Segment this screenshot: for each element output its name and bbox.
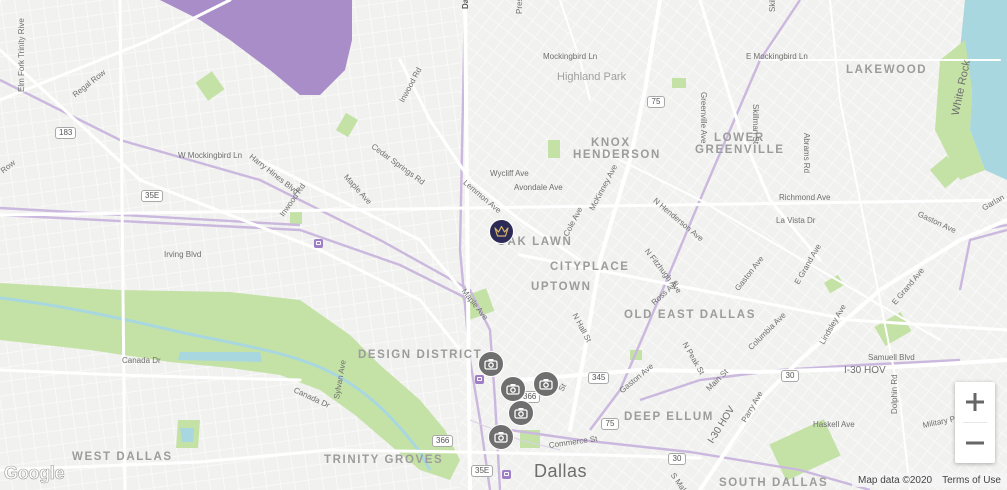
street-abrams-rd: Abrams Rd (802, 133, 811, 174)
neighborhood-henderson: HENDERSON (573, 149, 661, 161)
neighborhood-knox: KNOX (591, 137, 631, 149)
shield-35e-north: 35E (141, 190, 164, 202)
street-skillman-top: Skillm (768, 0, 777, 12)
neighborhood-cityplace: CITYPLACE (550, 261, 630, 273)
shield-183: 183 (55, 127, 77, 139)
camera-icon (494, 432, 508, 443)
camera-icon (484, 359, 498, 370)
street-skillman-st: Skillman St (751, 104, 760, 145)
street-w-mockingbird: W Mockingbird Ln (178, 151, 243, 160)
shield-345: 345 (588, 372, 610, 384)
street-richmond-ave: Richmond Ave (779, 193, 831, 202)
photo-marker[interactable] (508, 400, 534, 426)
photo-marker[interactable] (488, 424, 514, 450)
camera-icon (514, 408, 528, 419)
photo-marker[interactable] (500, 376, 526, 402)
shield-30-b: 30 (668, 453, 686, 465)
street-la-vista: La Vista Dr (776, 216, 816, 225)
map-canvas[interactable]: LAKEWOOD KNOX HENDERSON LOWER GREENVILLE… (0, 0, 1007, 490)
shield-366-b: 366 (432, 435, 454, 447)
shield-75-north: 75 (647, 96, 665, 108)
place-dallas: Dallas (534, 461, 588, 481)
photo-marker[interactable] (533, 371, 559, 397)
minus-icon (966, 441, 984, 445)
google-logo[interactable]: Google (4, 463, 65, 484)
neighborhood-deep-ellum: DEEP ELLUM (624, 411, 714, 423)
neighborhood-south-dallas: SOUTH DALLAS (719, 477, 829, 489)
street-dallas-north-tollway: Dallas N (461, 0, 470, 9)
street-wycliff-ave: Wycliff Ave (490, 169, 529, 178)
street-samuell-blvd: Samuell Blvd (868, 353, 915, 362)
place-highland-park: Highland Park (557, 71, 627, 83)
zoom-out-button[interactable] (955, 423, 995, 463)
photo-marker[interactable] (478, 351, 504, 377)
terms-of-use-link[interactable]: Terms of Use (942, 475, 1001, 486)
street-elm-fork: Elm Fork Trinity Rive (17, 18, 26, 92)
street-e-mockingbird-ln: E Mockingbird Ln (746, 52, 808, 61)
neighborhood-lakewood: LAKEWOOD (846, 64, 928, 76)
street-dolphin-rd: Dolphin Rd (890, 374, 899, 414)
neighborhood-trinity-groves: TRINITY GROVES (324, 454, 444, 466)
venue-marker[interactable] (489, 219, 514, 244)
transit-station-icon (502, 470, 511, 479)
shield-30-a: 30 (781, 370, 799, 382)
camera-icon (506, 384, 520, 395)
street-canada-dr: Canada Dr (122, 356, 161, 365)
street-greenville-ave: Greenville Ave (699, 92, 708, 144)
neighborhood-west-dallas: WEST DALLAS (72, 451, 173, 463)
street-irving-blvd: Irving Blvd (164, 250, 202, 259)
plus-icon (966, 393, 984, 411)
transit-station-icon (475, 375, 484, 384)
street-mockingbird-ln: Mockingbird Ln (543, 52, 598, 61)
crown-icon (494, 225, 509, 237)
camera-icon (539, 379, 553, 390)
zoom-control (955, 382, 995, 463)
street-i30-hov: I-30 HOV (844, 365, 886, 376)
street-preston-rd: Preston Rd (515, 0, 524, 14)
neighborhood-uptown: UPTOWN (531, 281, 592, 293)
attribution-bar: Map data ©2020 Terms of Use (852, 473, 1007, 487)
neighborhood-old-east-dallas: OLD EAST DALLAS (624, 309, 756, 321)
shield-35e-south: 35E (471, 465, 494, 477)
transit-station-icon (314, 239, 323, 248)
street-haskell-ave: Haskell Ave (813, 420, 855, 429)
street-avondale-ave: Avondale Ave (514, 183, 563, 192)
shield-75-south: 75 (601, 418, 619, 430)
zoom-in-button[interactable] (955, 382, 995, 422)
neighborhood-design-district: DESIGN DISTRICT (358, 349, 483, 361)
neighborhood-greenville: GREENVILLE (695, 144, 785, 156)
map-data-credit[interactable]: Map data ©2020 (858, 475, 932, 486)
